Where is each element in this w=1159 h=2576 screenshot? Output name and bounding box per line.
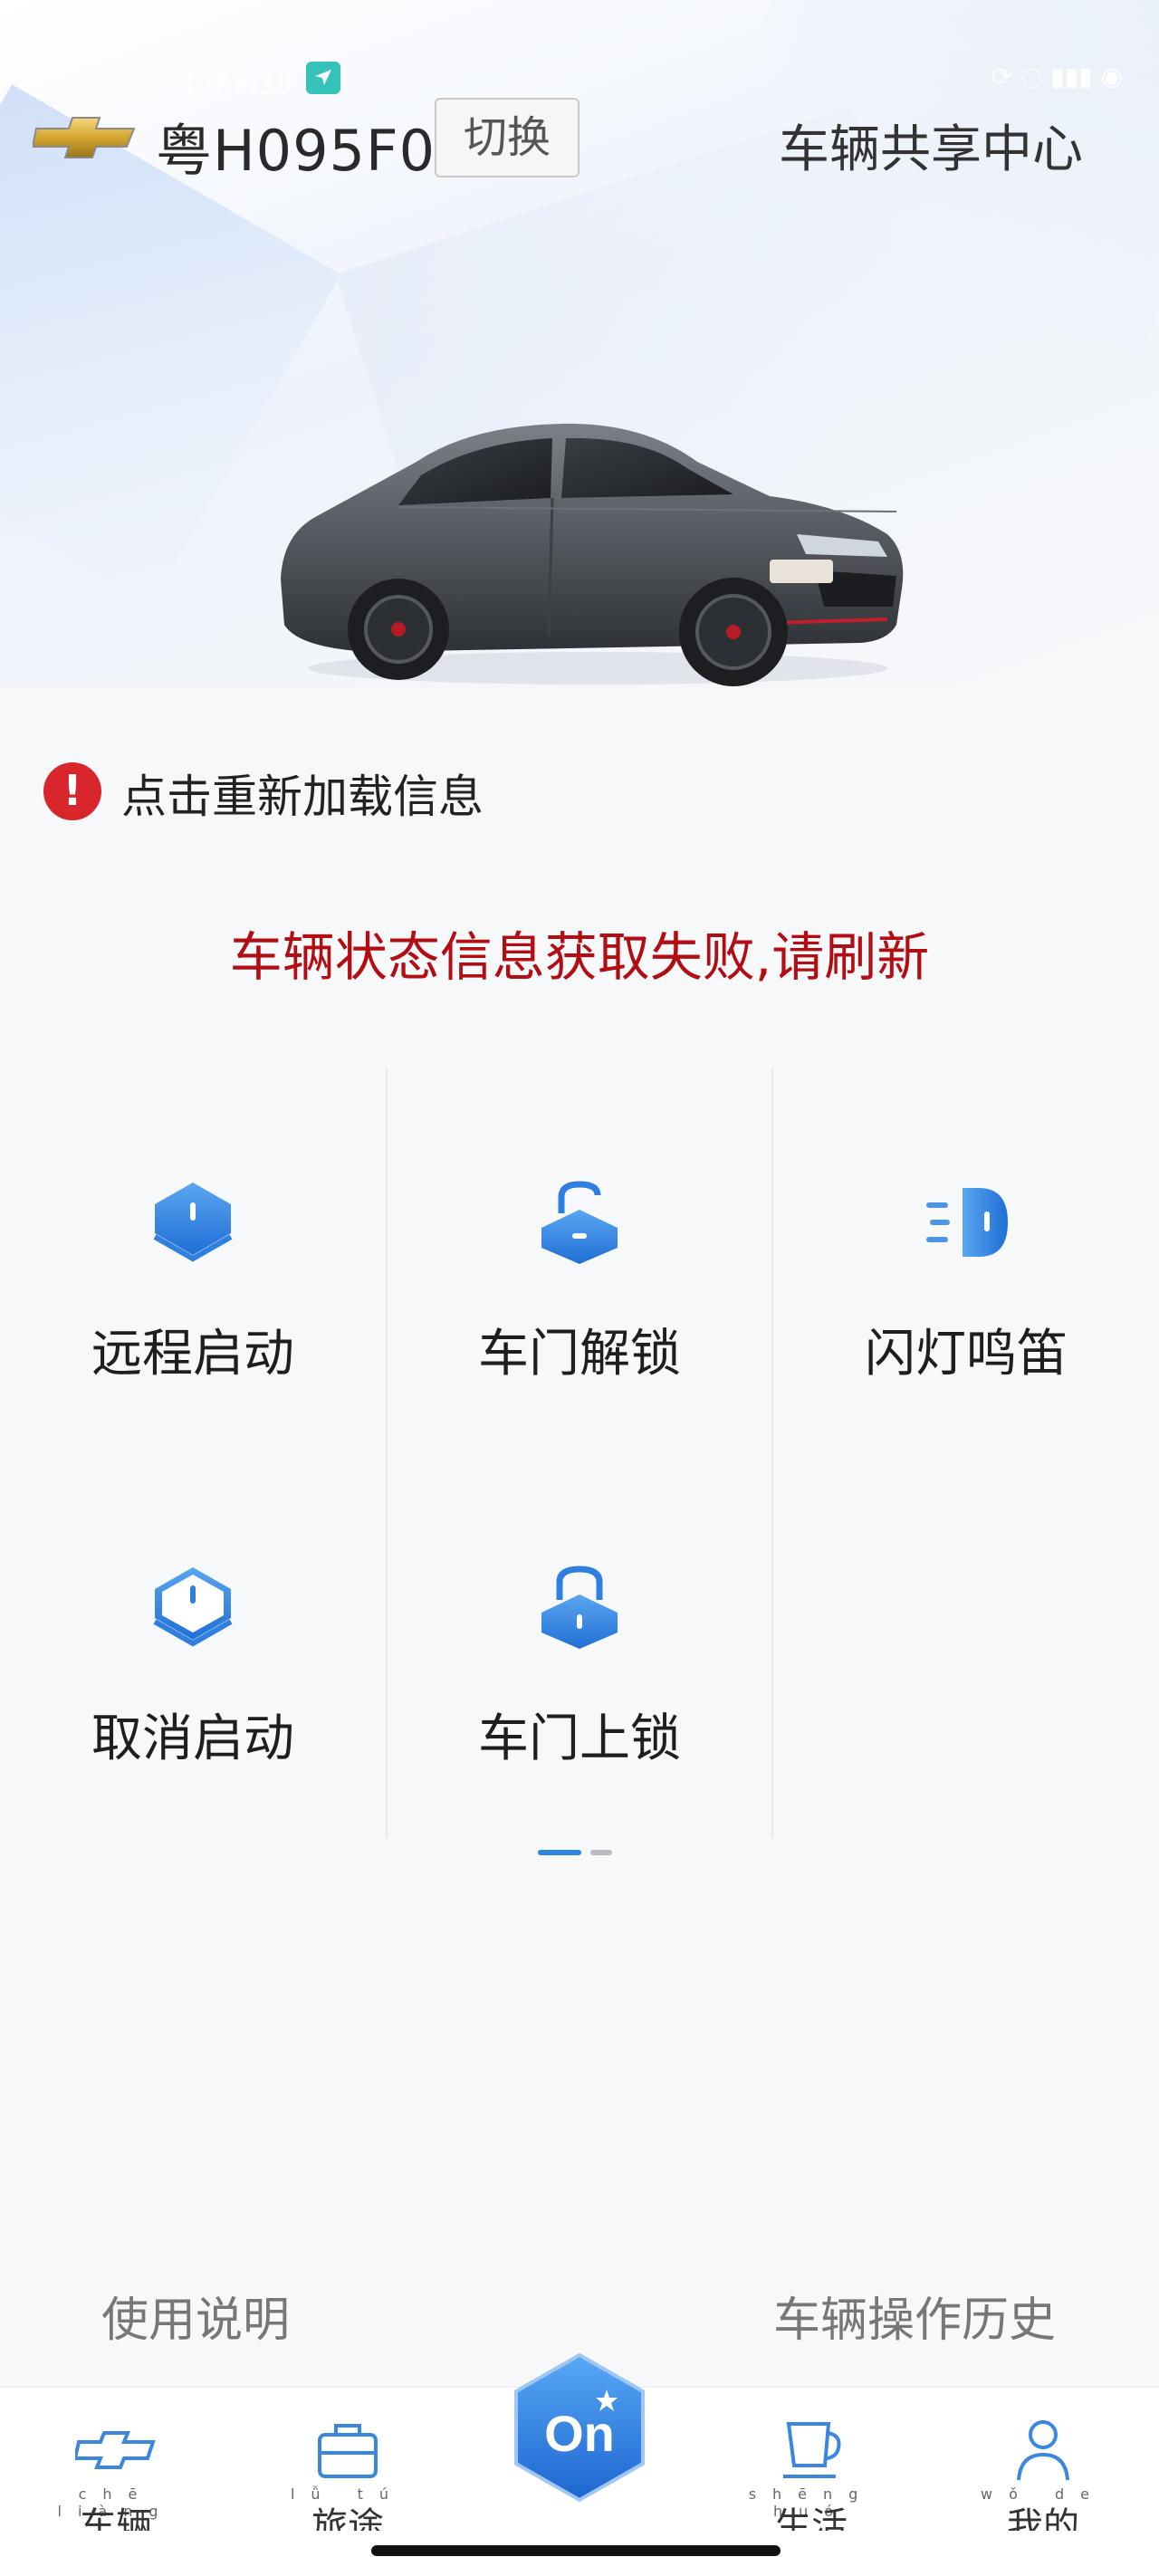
control-label: 远程启动 (91, 1325, 294, 1384)
tab-journey[interactable]: lǚ tú 旅途 (257, 2388, 438, 2533)
control-label: 车门解锁 (478, 1325, 681, 1384)
reload-info-text[interactable]: 点击重新加载信息 (121, 761, 484, 826)
tab-label: 生活 (775, 2505, 848, 2531)
page-indicator (538, 1850, 619, 1857)
vehicle-image (263, 398, 915, 697)
license-plate: 粤H095F0 (156, 118, 436, 184)
page-dot[interactable] (590, 1850, 612, 1855)
onstar-button[interactable]: On (507, 2350, 652, 2513)
vehicle-share-center-link[interactable]: 车辆共享中心 (779, 109, 1083, 182)
briefcase-icon (307, 2415, 388, 2487)
operation-history-link[interactable]: 车辆操作历史 (773, 2282, 1056, 2350)
control-label: 闪灯鸣笛 (865, 1325, 1068, 1384)
bottom-tab-bar: chē liàng 车辆 lǚ tú 旅途 On shēng huó 生活 wǒ… (0, 2352, 1159, 2576)
flash-horn-icon (921, 1177, 1011, 1268)
unlock-doors-button[interactable]: 车门解锁 (387, 1068, 772, 1449)
vehicle-status-error-message: 车辆状态信息获取失败,请刷新 (229, 926, 930, 988)
onstar-label: On (544, 2405, 615, 2462)
remote-start-icon (148, 1177, 238, 1268)
header: 粤H095F0 切换 车辆共享中心 (0, 91, 1159, 190)
instructions-link[interactable]: 使用说明 (101, 2282, 290, 2350)
lock-icon (534, 1562, 625, 1652)
cancel-start-icon (148, 1562, 238, 1652)
control-label: 车门上锁 (478, 1709, 681, 1768)
alert-icon: ! (43, 762, 101, 820)
tab-me[interactable]: wǒ de 我的 (953, 2388, 1134, 2533)
tab-vehicle[interactable]: chē liàng 车辆 (25, 2388, 206, 2533)
tab-label: 我的 (1007, 2505, 1079, 2531)
car-icon (72, 2415, 157, 2487)
chevrolet-logo-icon (31, 112, 138, 163)
tab-life[interactable]: shēng huó 生活 (721, 2388, 902, 2533)
cancel-start-button[interactable]: 取消启动 (0, 1453, 386, 1834)
user-icon (1002, 2415, 1084, 2487)
unlock-icon (534, 1177, 625, 1268)
status-indicators: ⟳ ◌ ▮▮▮ ◉ (991, 62, 1123, 91)
location-icon (306, 62, 340, 94)
tab-label: 旅途 (311, 2505, 384, 2531)
remote-control-grid: 远程启动 车门解锁 闪灯鸣笛 取消启动 车门上锁 (0, 1068, 1159, 1838)
home-indicator[interactable] (371, 2545, 781, 2556)
cup-icon (771, 2415, 852, 2487)
remote-start-button[interactable]: 远程启动 (0, 1068, 386, 1449)
page-dot-active[interactable] (538, 1850, 581, 1855)
flash-horn-button[interactable]: 闪灯鸣笛 (773, 1068, 1159, 1449)
lock-doors-button[interactable]: 车门上锁 (387, 1453, 772, 1834)
control-label: 取消启动 (91, 1709, 294, 1768)
switch-vehicle-button[interactable]: 切换 (435, 98, 580, 177)
tab-label: 车辆 (80, 2505, 152, 2531)
